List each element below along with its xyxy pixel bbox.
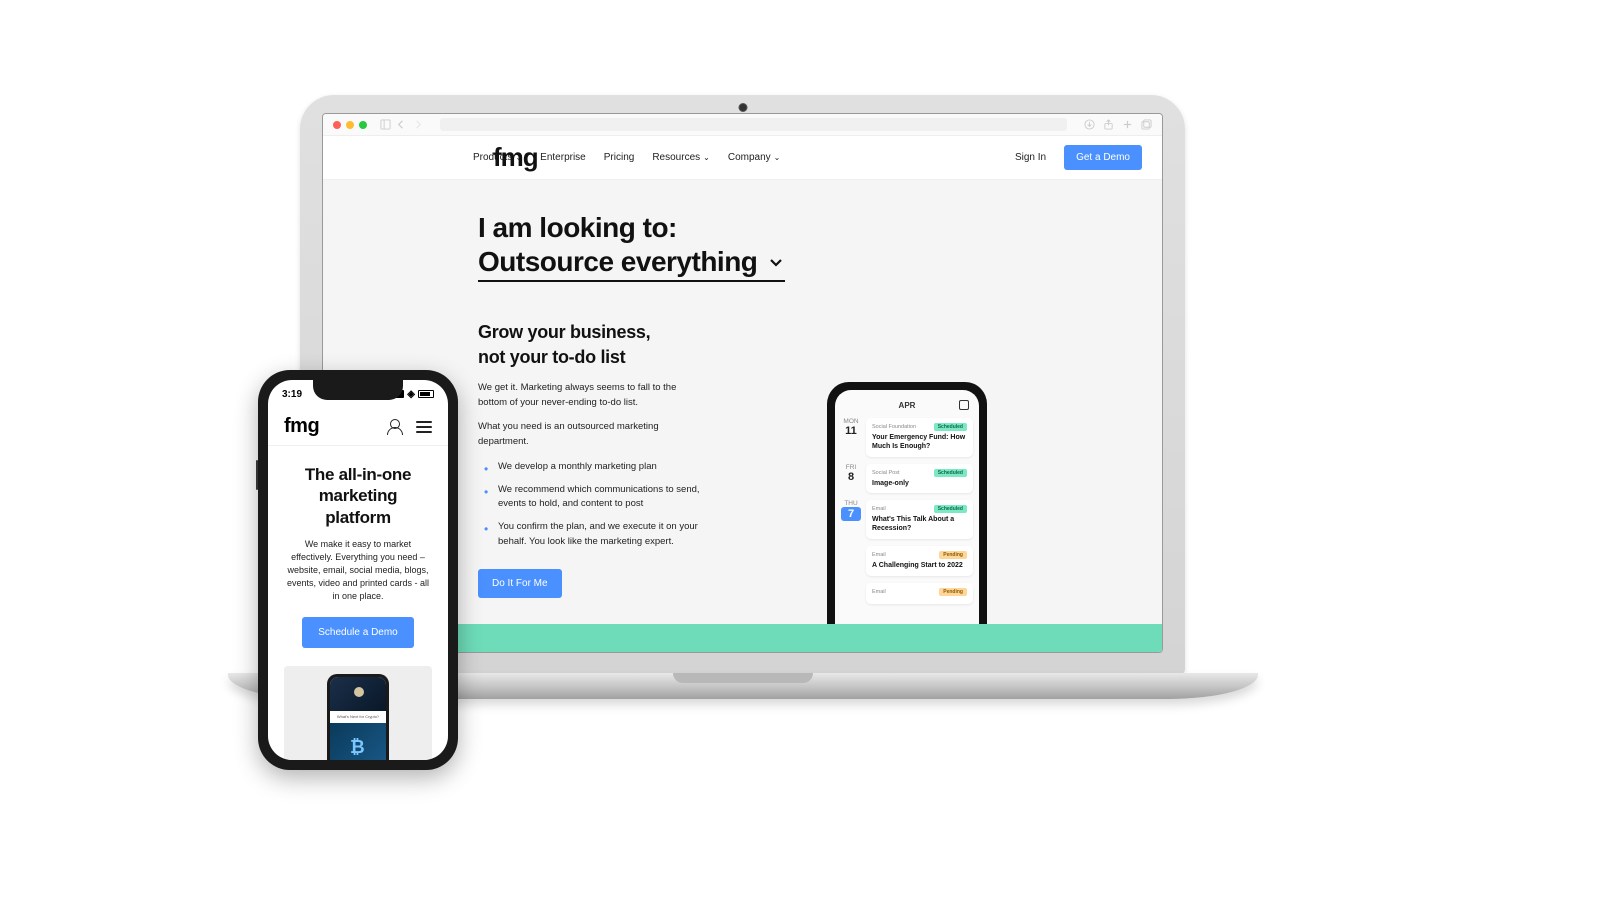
phone-screen: 3:19 ◈ fmg The all-in-one marketing plat… bbox=[268, 380, 448, 760]
do-it-for-me-button[interactable]: Do It For Me bbox=[478, 569, 562, 598]
feed-card[interactable]: Email Pending A Challenging Start to 2022 bbox=[866, 546, 973, 576]
laptop-camera bbox=[738, 103, 747, 112]
forward-icon[interactable] bbox=[412, 119, 423, 130]
nav-label: Company bbox=[728, 152, 771, 163]
logo[interactable]: fmg bbox=[284, 415, 319, 438]
sign-in-link[interactable]: Sign In bbox=[1015, 152, 1046, 163]
schedule-demo-button[interactable]: Schedule a Demo bbox=[302, 617, 414, 648]
feed-row[interactable]: Email Pending bbox=[841, 583, 973, 604]
calendar-icon[interactable] bbox=[959, 400, 969, 410]
card-tag: Email bbox=[872, 506, 886, 512]
mobile-body-text: We make it easy to market effectively. E… bbox=[284, 538, 432, 603]
feed-row[interactable]: Email Pending A Challenging Start to 2022 bbox=[841, 546, 973, 576]
day-column: MON11 bbox=[841, 418, 861, 457]
status-badge: Scheduled bbox=[934, 423, 967, 431]
share-icon[interactable] bbox=[1103, 119, 1114, 130]
nav-company[interactable]: Company⌄ bbox=[728, 152, 781, 163]
wifi-icon: ◈ bbox=[407, 389, 415, 400]
tiny-caption: What's Next for Crypto? bbox=[330, 711, 386, 723]
sub-heading: Grow your business, not your to-do list bbox=[478, 320, 778, 369]
minimize-icon[interactable] bbox=[346, 121, 354, 129]
feed-row[interactable]: FRI8 Social Post Scheduled Image-only bbox=[841, 464, 973, 494]
close-icon[interactable] bbox=[333, 121, 341, 129]
day-column: THU7 bbox=[841, 500, 861, 539]
tiny-image-1 bbox=[330, 677, 386, 711]
dropdown-value: Outsource everything bbox=[478, 246, 757, 278]
status-badge: Pending bbox=[939, 551, 967, 559]
day-column bbox=[841, 583, 861, 604]
mobile-header: fmg bbox=[268, 408, 448, 446]
battery-icon bbox=[418, 390, 434, 398]
status-badge: Pending bbox=[939, 588, 967, 596]
feed-row[interactable]: MON11 Social Foundation Scheduled Your Emer… bbox=[841, 418, 973, 457]
browser-toolbar bbox=[323, 114, 1162, 136]
phone-notch bbox=[313, 380, 403, 400]
bullet-item: You confirm the plan, and we execute it … bbox=[490, 520, 700, 549]
chevron-down-icon bbox=[767, 253, 785, 271]
card-title: Image-only bbox=[872, 480, 967, 489]
site-header: fmg Products⌄ Enterprise Pricing Resourc… bbox=[323, 136, 1162, 180]
card-title: What's This Talk About a Recession? bbox=[872, 516, 967, 534]
mobile-hero: The all-in-one marketing platform We mak… bbox=[268, 446, 448, 760]
hero-dropdown[interactable]: Outsource everything bbox=[478, 246, 785, 282]
hero-para-2: What you need is an outsourced marketing… bbox=[478, 420, 693, 449]
back-icon[interactable] bbox=[396, 119, 407, 130]
hero-para-1: We get it. Marketing always seems to fal… bbox=[478, 381, 693, 410]
account-icon[interactable] bbox=[387, 419, 402, 434]
mobile-preview-card: What's Next for Crypto? bbox=[284, 666, 432, 760]
inner-phone-mock: APR MON11 Social Foundation Scheduled Your … bbox=[827, 382, 987, 652]
feed-row[interactable]: THU7 Email Scheduled What's This Talk About… bbox=[841, 500, 973, 539]
nav-resources[interactable]: Resources⌄ bbox=[652, 152, 710, 163]
sidebar-icon[interactable] bbox=[380, 119, 391, 130]
inner-phone-screen: APR MON11 Social Foundation Scheduled Your … bbox=[835, 390, 979, 652]
status-badge: Scheduled bbox=[934, 469, 967, 477]
chevron-down-icon: ⌄ bbox=[703, 153, 710, 162]
status-badge: Scheduled bbox=[934, 505, 967, 513]
day-column bbox=[841, 546, 861, 576]
status-time: 3:19 bbox=[282, 389, 302, 400]
chevron-down-icon: ⌄ bbox=[774, 153, 781, 162]
feed-card[interactable]: Social Foundation Scheduled Your Emergency… bbox=[866, 418, 973, 457]
feed-card[interactable]: Email Scheduled What's This Talk About a R… bbox=[866, 500, 973, 539]
tabs-icon[interactable] bbox=[1141, 119, 1152, 130]
phone-mockup: 3:19 ◈ fmg The all-in-one marketing plat… bbox=[258, 370, 458, 770]
feed-card[interactable]: Email Pending bbox=[866, 583, 973, 604]
bullet-item: We recommend which communications to sen… bbox=[490, 483, 700, 512]
nav-pricing[interactable]: Pricing bbox=[604, 152, 635, 163]
nav-label: Resources bbox=[652, 152, 700, 163]
day-column: FRI8 bbox=[841, 464, 861, 494]
hero-bullets: We develop a monthly marketing plan We r… bbox=[478, 460, 778, 550]
hero-prefix: I am looking to: bbox=[478, 210, 1162, 246]
tiny-phone-mock: What's Next for Crypto? bbox=[327, 674, 389, 760]
mobile-heading: The all-in-one marketing platform bbox=[284, 464, 432, 528]
logo[interactable]: fmg bbox=[493, 142, 538, 173]
menu-icon[interactable] bbox=[416, 421, 432, 433]
maximize-icon[interactable] bbox=[359, 121, 367, 129]
toolbar-right bbox=[1084, 119, 1152, 130]
card-title: Your Emergency Fund: How Much Is Enough? bbox=[872, 434, 967, 452]
get-demo-button[interactable]: Get a Demo bbox=[1064, 145, 1142, 170]
laptop-hinge-notch bbox=[673, 673, 813, 683]
download-icon[interactable] bbox=[1084, 119, 1095, 130]
card-tag: Email bbox=[872, 552, 886, 558]
tiny-image-2 bbox=[330, 723, 386, 760]
feed-card[interactable]: Social Post Scheduled Image-only bbox=[866, 464, 973, 494]
card-tag: Social Post bbox=[872, 470, 900, 476]
hero-subsection: Grow your business, not your to-do list … bbox=[478, 320, 778, 598]
card-title: A Challenging Start to 2022 bbox=[872, 562, 967, 571]
inner-phone-header: APR bbox=[841, 398, 973, 418]
card-tag: Social Foundation bbox=[872, 424, 916, 430]
nav-enterprise[interactable]: Enterprise bbox=[540, 152, 586, 163]
window-controls[interactable] bbox=[333, 121, 367, 129]
card-tag: Email bbox=[872, 589, 886, 595]
new-tab-icon[interactable] bbox=[1122, 119, 1133, 130]
bullet-item: We develop a monthly marketing plan bbox=[490, 460, 700, 475]
month-label: APR bbox=[899, 401, 916, 410]
address-bar[interactable] bbox=[440, 118, 1067, 131]
